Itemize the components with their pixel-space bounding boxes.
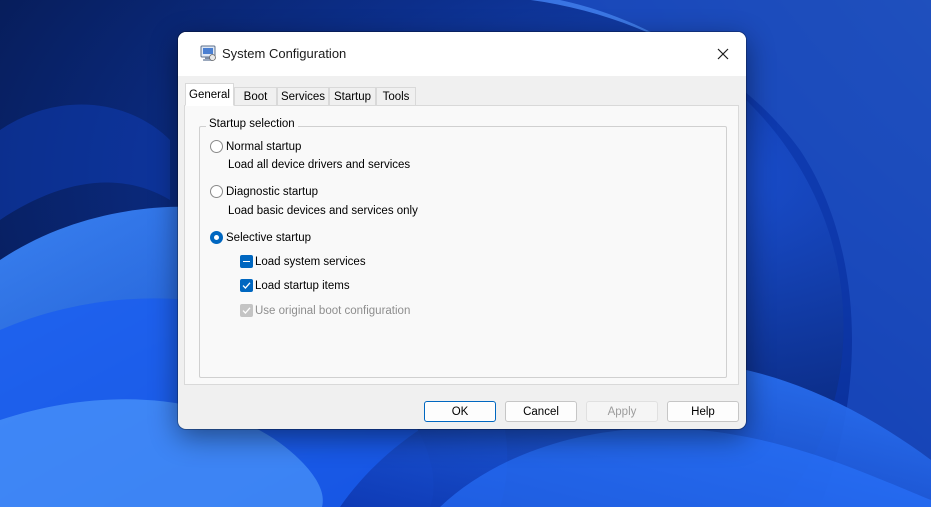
startup-selection-group: Startup selection Normal startup Load al… xyxy=(199,118,727,378)
checkmark-icon xyxy=(242,307,251,314)
apply-button: Apply xyxy=(586,401,658,422)
use-original-boot-label: Use original boot configuration xyxy=(255,304,411,317)
normal-startup-radio[interactable] xyxy=(210,140,223,153)
close-button[interactable] xyxy=(700,32,746,76)
title-bar[interactable]: System Configuration xyxy=(178,32,746,76)
window-title: System Configuration xyxy=(222,46,347,61)
cancel-button[interactable]: Cancel xyxy=(505,401,577,422)
selective-startup-radio[interactable] xyxy=(210,231,223,244)
load-startup-items-label: Load startup items xyxy=(255,279,350,292)
normal-startup-description: Load all device drivers and services xyxy=(228,159,411,171)
startup-selection-label: Startup selection xyxy=(206,118,298,130)
tab-services[interactable]: Services xyxy=(277,87,329,105)
tab-tools[interactable]: Tools xyxy=(376,87,416,105)
normal-startup-label: Normal startup xyxy=(226,140,302,153)
tab-general[interactable]: General xyxy=(185,83,234,106)
load-system-services-checkbox[interactable] xyxy=(240,255,253,268)
close-icon xyxy=(717,48,729,60)
use-original-boot-option: Use original boot configuration xyxy=(240,304,410,317)
checkmark-icon xyxy=(242,282,251,289)
tab-strip: General Boot Services Startup Tools xyxy=(185,83,738,106)
help-button[interactable]: Help xyxy=(667,401,739,422)
tab-startup[interactable]: Startup xyxy=(329,87,376,105)
tab-boot[interactable]: Boot xyxy=(234,87,277,105)
load-startup-items-option[interactable]: Load startup items xyxy=(240,279,350,292)
msconfig-icon xyxy=(200,45,216,61)
selective-startup-option[interactable]: Selective startup xyxy=(210,231,311,244)
ok-button[interactable]: OK xyxy=(424,401,496,422)
use-original-boot-checkbox xyxy=(240,304,253,317)
load-system-services-option[interactable]: Load system services xyxy=(240,255,366,268)
load-startup-items-checkbox[interactable] xyxy=(240,279,253,292)
diagnostic-startup-radio[interactable] xyxy=(210,185,223,198)
diagnostic-startup-option[interactable]: Diagnostic startup xyxy=(210,185,318,198)
normal-startup-option[interactable]: Normal startup xyxy=(210,140,301,153)
diagnostic-startup-label: Diagnostic startup xyxy=(226,185,319,198)
selective-startup-label: Selective startup xyxy=(226,231,312,244)
dialog-footer: OK Cancel Apply Help xyxy=(178,392,746,429)
load-system-services-label: Load system services xyxy=(255,255,366,268)
diagnostic-startup-description: Load basic devices and services only xyxy=(228,205,418,217)
general-tab-panel: Startup selection Normal startup Load al… xyxy=(184,105,739,385)
system-configuration-dialog: System Configuration General Boot Servic… xyxy=(178,32,746,429)
